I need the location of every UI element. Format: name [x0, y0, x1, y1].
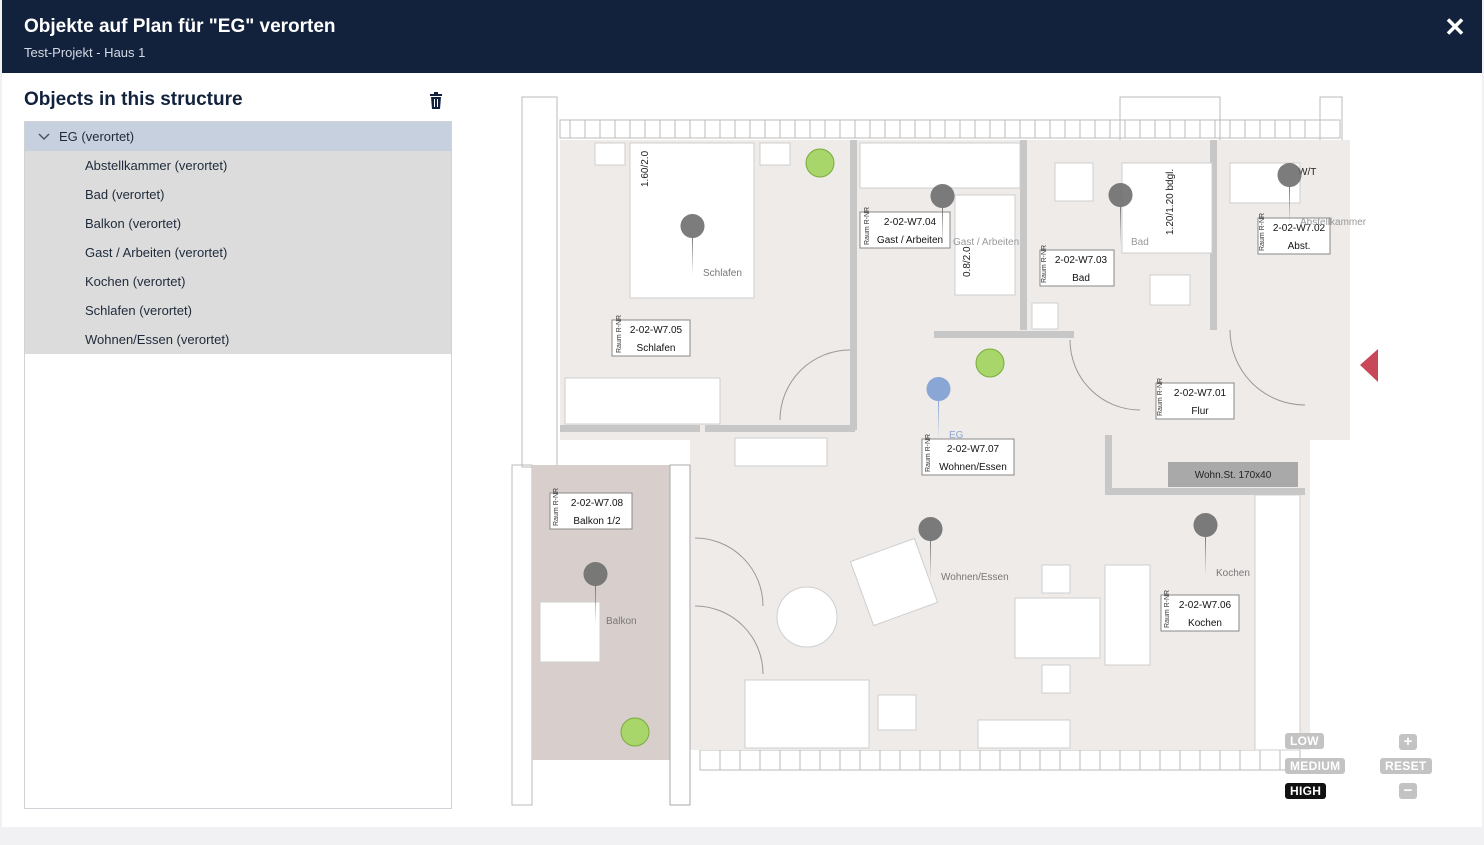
panel-title: Objects in this structure [24, 89, 243, 110]
pin-label: Schlafen [703, 268, 742, 279]
zoom-medium-button[interactable]: MEDIUM [1285, 758, 1346, 774]
dim-label: 1.60/2.0 [640, 150, 651, 187]
room-name: Kochen [1188, 618, 1222, 629]
tree-item-schlafen[interactable]: Schlafen (verortet) [25, 296, 451, 325]
raum-tag: Raum R-NR [1041, 245, 1048, 283]
object-tree: EG (verortet) Abstellkammer (verortet) B… [24, 121, 452, 809]
chevron-down-icon[interactable] [37, 132, 51, 142]
modal-subtitle: Test-Projekt - Haus 1 [24, 45, 146, 60]
raum-tag: Raum R-NR [553, 488, 560, 526]
room-name: Flur [1191, 406, 1209, 417]
reset-button[interactable]: RESET [1380, 758, 1432, 774]
room-name: Schlafen [637, 343, 676, 354]
close-icon[interactable]: ✕ [1442, 14, 1468, 40]
tree-item-balkon[interactable]: Balkon (verortet) [25, 209, 451, 238]
tree-children: Abstellkammer (verortet) Bad (verortet) … [25, 151, 451, 354]
room-nr: 2-02-W7.04 [884, 217, 937, 228]
tree-item-gast-arbeiten[interactable]: Gast / Arbeiten (verortet) [25, 238, 451, 267]
zoom-low-button[interactable]: LOW [1285, 733, 1324, 749]
raum-tag: Raum R-NR [1164, 590, 1171, 628]
raum-tag: Raum R-NR [864, 207, 871, 245]
zoom-high-button[interactable]: HIGH [1285, 783, 1327, 799]
modal-header: Objekte auf Plan für "EG" verorten Test-… [2, 0, 1482, 73]
pin-label: Kochen [1216, 568, 1250, 579]
room-nr: 2-02-W7.06 [1179, 600, 1232, 611]
tree-item-abstellkammer[interactable]: Abstellkammer (verortet) [25, 151, 451, 180]
floor-plan[interactable]: Wohn.St. 170x40 1.60/2.0 0.8/2.0 1.20/1.… [510, 95, 1380, 810]
footer-strip [0, 827, 1484, 845]
wohn-st-label: Wohn.St. 170x40 [1195, 470, 1272, 481]
trash-icon[interactable] [429, 92, 443, 110]
tree-item-kochen[interactable]: Kochen (verortet) [25, 267, 451, 296]
tree-item-bad[interactable]: Bad (verortet) [25, 180, 451, 209]
tree-root-eg[interactable]: EG (verortet) [25, 122, 451, 151]
zoom-in-button[interactable]: + [1399, 734, 1417, 750]
tree-root-label: EG (verortet) [59, 129, 135, 144]
raum-tag: Raum R-NR [1157, 378, 1164, 416]
pin-label: Gast / Arbeiten [953, 237, 1019, 248]
pin-label: Abstellkammer [1300, 217, 1367, 228]
room-nr: 2-02-W7.07 [947, 444, 1000, 455]
raum-tag: Raum R-NR [616, 315, 623, 353]
tree-item-wohnen-essen[interactable]: Wohnen/Essen (verortet) [25, 325, 451, 354]
pin-label: Bad [1131, 237, 1149, 248]
pin-label: Balkon [606, 616, 637, 627]
room-nr: 2-02-W7.05 [630, 325, 683, 336]
modal-title: Objekte auf Plan für "EG" verorten [24, 16, 336, 37]
pin-label: EG [949, 430, 964, 441]
pin-label: Wohnen/Essen [941, 572, 1009, 583]
direction-arrow-icon [1360, 349, 1378, 382]
raum-tag: Raum R-NR [1259, 213, 1266, 251]
room-nr: 2-02-W7.01 [1174, 388, 1227, 399]
dim-label: 0.8/2.0 [962, 246, 973, 277]
modal: Objekte auf Plan für "EG" verorten Test-… [2, 0, 1482, 827]
room-name: Wohnen/Essen [939, 462, 1007, 473]
raum-tag: Raum R-NR [925, 434, 932, 472]
room-nr: 2-02-W7.03 [1055, 255, 1108, 266]
room-name: Gast / Arbeiten [877, 235, 943, 246]
room-name: Bad [1072, 273, 1090, 284]
zoom-out-button[interactable]: − [1399, 783, 1417, 799]
room-nr: 2-02-W7.08 [571, 498, 624, 509]
room-name: Balkon 1/2 [573, 516, 621, 527]
dim-label: 1.20/1.20 bdgl. [1165, 169, 1176, 235]
room-name: Abst. [1288, 241, 1311, 252]
